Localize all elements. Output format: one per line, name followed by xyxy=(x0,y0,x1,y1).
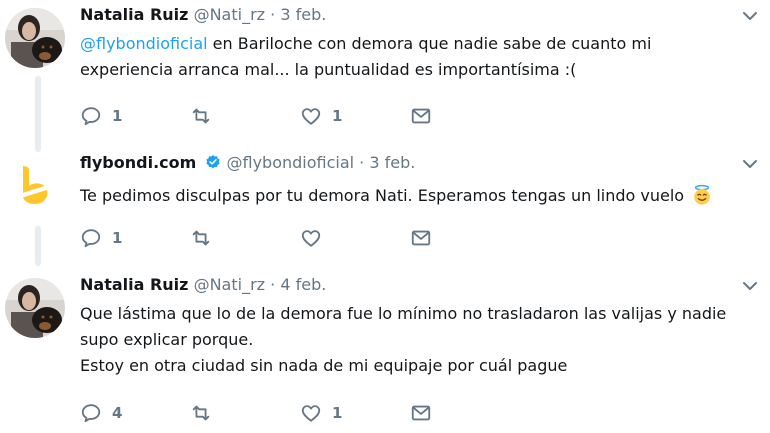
reply-button[interactable]: 4 xyxy=(80,401,190,425)
tweet-header: Natalia Ruiz @Nati_rz · 3 feb. xyxy=(80,5,326,24)
direct-message-button[interactable] xyxy=(410,226,520,250)
reply-icon xyxy=(81,107,101,126)
avatar-photo xyxy=(5,278,65,338)
chevron-down-icon[interactable] xyxy=(740,276,760,296)
heart-icon xyxy=(301,405,321,422)
tweet-date[interactable]: 3 feb. xyxy=(280,5,326,24)
tweet-actions: 4 1 xyxy=(80,401,520,425)
retweet-button[interactable] xyxy=(190,226,300,250)
display-name[interactable]: Natalia Ruiz xyxy=(80,275,188,294)
tweet-header: flybondi.com @flybondioficial · 3 feb. xyxy=(80,153,415,172)
reply-icon xyxy=(81,229,101,248)
avatar[interactable] xyxy=(5,8,65,68)
like-count: 1 xyxy=(332,107,343,125)
retweet-icon xyxy=(192,230,210,246)
retweet-button[interactable] xyxy=(190,401,300,425)
retweet-icon xyxy=(192,108,210,124)
tweet[interactable]: Natalia Ruiz @Nati_rz · 3 feb. @flybondi… xyxy=(0,0,770,140)
separator-dot: · xyxy=(359,153,365,172)
user-handle[interactable]: @Nati_rz xyxy=(194,5,265,24)
tweet[interactable]: Natalia Ruiz @Nati_rz · 4 feb. Que lásti… xyxy=(0,270,770,433)
heart-icon xyxy=(301,230,321,247)
envelope-icon xyxy=(411,230,431,246)
display-name[interactable]: flybondi.com xyxy=(80,153,196,172)
avatar[interactable] xyxy=(5,156,65,216)
tweet-header: Natalia Ruiz @Nati_rz · 4 feb. xyxy=(80,275,326,294)
smiling-face-with-halo-icon xyxy=(694,184,710,205)
chevron-down-icon[interactable] xyxy=(740,154,760,174)
retweet-button[interactable] xyxy=(190,104,300,128)
retweet-icon xyxy=(192,405,210,421)
display-name[interactable]: Natalia Ruiz xyxy=(80,5,188,24)
verified-badge-icon xyxy=(206,155,221,169)
envelope-icon xyxy=(411,405,431,421)
tweet-text: @flybondioficial en Bariloche con demora… xyxy=(80,31,651,83)
tweet[interactable]: flybondi.com @flybondioficial · 3 feb. T… xyxy=(0,148,770,263)
like-button[interactable] xyxy=(300,226,410,250)
tweet-text: Te pedimos disculpas por tu demora Nati.… xyxy=(80,183,713,209)
direct-message-button[interactable] xyxy=(410,104,520,128)
reply-button[interactable]: 1 xyxy=(80,104,190,128)
tweet-text-line: Te pedimos disculpas por tu demora Nati.… xyxy=(80,186,685,205)
heart-icon xyxy=(301,108,321,125)
tweet-text-line: Estoy en otra ciudad sin nada de mi equi… xyxy=(80,356,568,375)
tweet-actions: 1 1 xyxy=(80,104,520,128)
separator-dot: · xyxy=(270,5,276,24)
avatar-photo xyxy=(5,8,65,68)
tweet-date[interactable]: 3 feb. xyxy=(369,153,415,172)
tweet-actions: 1 xyxy=(80,226,520,250)
like-button[interactable]: 1 xyxy=(300,104,410,128)
user-handle[interactable]: @flybondioficial xyxy=(226,153,354,172)
tweet-text-line: Que lástima que lo de la demora fue lo m… xyxy=(80,304,727,323)
like-button[interactable]: 1 xyxy=(300,401,410,425)
reply-button[interactable]: 1 xyxy=(80,226,190,250)
reply-count: 1 xyxy=(112,229,123,247)
user-handle[interactable]: @Nati_rz xyxy=(194,275,265,294)
tweet-date[interactable]: 4 feb. xyxy=(280,275,326,294)
flybondi-logo-icon xyxy=(5,156,65,216)
envelope-icon xyxy=(411,108,431,124)
like-count: 1 xyxy=(332,404,343,422)
mention-link[interactable]: @flybondioficial xyxy=(80,34,208,53)
chevron-down-icon[interactable] xyxy=(740,6,760,26)
tweet-text: Que lástima que lo de la demora fue lo m… xyxy=(80,301,726,379)
avatar[interactable] xyxy=(5,278,65,338)
reply-count: 4 xyxy=(112,404,123,422)
direct-message-button[interactable] xyxy=(410,401,520,425)
tweet-text-line: en Bariloche con demora que nadie sabe d… xyxy=(207,34,652,53)
reply-icon xyxy=(81,404,101,423)
tweet-text-line: experiencia arranca mal... la puntualida… xyxy=(80,60,577,79)
reply-count: 1 xyxy=(112,107,123,125)
separator-dot: · xyxy=(270,275,276,294)
tweet-text-line: supo explicar porque. xyxy=(80,330,254,349)
